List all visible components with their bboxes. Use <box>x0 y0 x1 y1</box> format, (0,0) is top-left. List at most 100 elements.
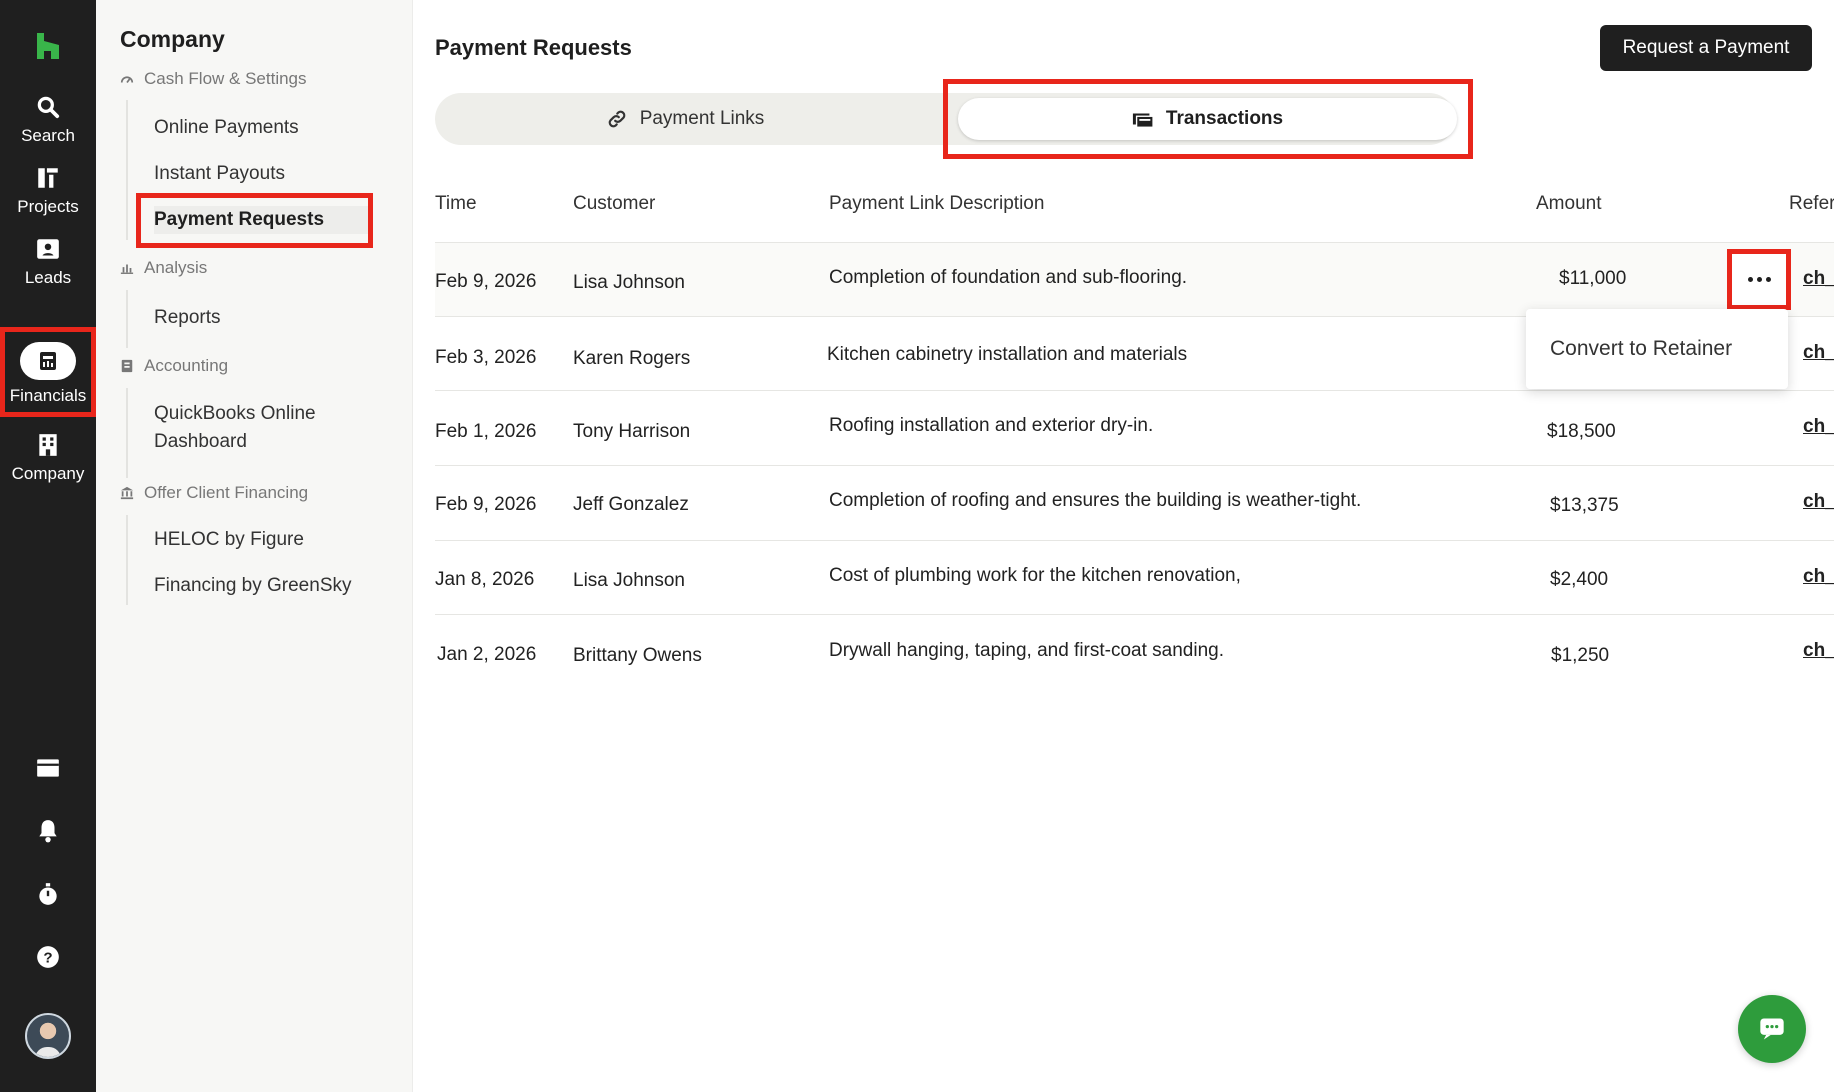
cell-description: Kitchen cabinetry installation and mater… <box>827 344 1188 365</box>
col-header-reference[interactable]: Refer <box>1789 193 1834 215</box>
bar-chart-icon <box>120 264 134 274</box>
rail-label: Projects <box>17 197 79 216</box>
ledger-icon <box>121 359 133 373</box>
section-rail-line <box>126 515 128 605</box>
cell-amount: $2,400 <box>1550 569 1609 590</box>
svg-text:?: ? <box>43 949 52 966</box>
row-actions-menu: Convert to Retainer <box>1526 309 1788 389</box>
rail-label: Financials <box>9 386 87 405</box>
houzz-logo-icon[interactable] <box>34 32 62 60</box>
subnav-heloc-figure[interactable]: HELOC by Figure <box>154 526 304 554</box>
cell-reference-link[interactable]: ch_3I <box>1803 342 1834 364</box>
cell-customer: Lisa Johnson <box>573 570 685 591</box>
col-header-description[interactable]: Payment Link Description <box>829 193 1044 215</box>
rail-label: Company <box>11 464 85 483</box>
timer-icon <box>39 883 57 905</box>
table-row[interactable]: Jan 2, 2026 Brittany Owens Drywall hangi… <box>435 614 1834 688</box>
tab-label: Transactions <box>1165 108 1284 129</box>
financials-icon <box>40 352 56 370</box>
cell-amount: $13,375 <box>1550 495 1619 516</box>
section-accounting: Accounting <box>120 356 228 376</box>
subnav-title: Company <box>120 26 225 52</box>
cell-reference-link[interactable]: ch_3I <box>1803 566 1834 588</box>
table-row[interactable]: Jan 8, 2026 Lisa Johnson Cost of plumbin… <box>435 540 1834 614</box>
bank-icon <box>120 486 134 500</box>
section-rail-line <box>126 100 128 240</box>
request-payment-button[interactable]: Request a Payment <box>1600 25 1812 71</box>
cell-time: Feb 9, 2026 <box>435 271 537 292</box>
view-tabs: Payment Links Transactions <box>435 79 1473 159</box>
col-header-customer[interactable]: Customer <box>573 193 655 215</box>
row-more-actions-button[interactable] <box>1727 249 1791 310</box>
gauge-icon <box>120 76 134 84</box>
more-horizontal-icon <box>1747 277 1771 282</box>
subnav-instant-payouts[interactable]: Instant Payouts <box>154 160 285 188</box>
cell-amount: $11,000 <box>1559 268 1627 289</box>
cell-customer: Brittany Owens <box>573 645 702 666</box>
cell-reference-link[interactable]: ch_3I <box>1803 416 1834 438</box>
financials-pill <box>20 342 76 380</box>
leads-icon <box>37 239 59 259</box>
section-label: Offer Client Financing <box>144 483 309 502</box>
col-header-time[interactable]: Time <box>435 193 477 215</box>
cell-time: Feb 3, 2026 <box>435 347 537 368</box>
cell-amount: $1,250 <box>1551 645 1610 666</box>
company-subnav: Company Cash Flow & Settings Online Paym… <box>96 0 413 1092</box>
cell-time: Jan 8, 2026 <box>435 569 535 590</box>
cell-description: Completion of foundation and sub-floorin… <box>829 267 1188 288</box>
projects-icon <box>38 168 58 188</box>
rail-label: Leads <box>24 268 72 287</box>
cell-reference-link[interactable]: ch_3I <box>1803 640 1834 662</box>
rail-inbox[interactable] <box>0 755 96 781</box>
rail-item-financials[interactable]: Financials <box>0 327 96 417</box>
rail-help[interactable]: ? <box>0 944 96 970</box>
cell-time: Feb 9, 2026 <box>435 494 537 515</box>
cell-description: Roofing installation and exterior dry-in… <box>829 415 1154 436</box>
inbox-icon <box>37 759 59 777</box>
cell-customer: Lisa Johnson <box>573 272 685 293</box>
rail-label: Search <box>21 126 75 145</box>
cell-reference-link[interactable]: ch_3I <box>1803 268 1834 290</box>
subnav-reports[interactable]: Reports <box>154 304 221 332</box>
subnav-online-payments[interactable]: Online Payments <box>154 114 299 142</box>
col-header-amount[interactable]: Amount <box>1536 193 1601 215</box>
subnav-payment-requests[interactable]: Payment Requests <box>136 193 373 248</box>
subnav-payment-requests-label: Payment Requests <box>154 206 368 234</box>
tab-payment-links[interactable]: Payment Links <box>435 93 935 145</box>
cell-customer: Tony Harrison <box>573 421 691 442</box>
rail-item-leads[interactable]: Leads <box>0 236 96 288</box>
table-row[interactable]: Feb 9, 2026 Lisa Johnson Completion of f… <box>435 242 1834 316</box>
rail-item-company[interactable]: Company <box>0 432 96 484</box>
subnav-financing-greensky[interactable]: Financing by GreenSky <box>154 572 352 600</box>
cell-reference-link[interactable]: ch_3I <box>1803 491 1834 513</box>
company-icon <box>39 434 57 456</box>
search-icon <box>37 96 60 119</box>
cell-time: Feb 1, 2026 <box>435 421 537 442</box>
section-label: Analysis <box>144 258 208 277</box>
avatar[interactable] <box>25 1013 71 1059</box>
cell-description: Completion of roofing and ensures the bu… <box>829 490 1362 511</box>
link-icon <box>608 110 625 128</box>
section-label: Cash Flow & Settings <box>144 69 307 88</box>
rail-timer[interactable] <box>0 881 96 907</box>
section-label: Accounting <box>144 356 229 375</box>
help-icon: ? <box>37 946 59 968</box>
section-cash-flow: Cash Flow & Settings <box>120 69 307 89</box>
rail-item-search[interactable]: Search <box>0 94 96 146</box>
tab-transactions[interactable]: Transactions <box>958 98 1457 140</box>
cell-description: Cost of plumbing work for the kitchen re… <box>829 565 1241 586</box>
section-analysis: Analysis <box>120 258 207 278</box>
table-row[interactable]: Feb 1, 2026 Tony Harrison Roofing instal… <box>435 390 1834 464</box>
chat-button[interactable] <box>1738 995 1806 1063</box>
subnav-quickbooks[interactable]: QuickBooks Online Dashboard <box>154 400 354 456</box>
table-row[interactable]: Feb 9, 2026 Jeff Gonzalez Completion of … <box>435 465 1834 539</box>
section-client-financing: Offer Client Financing <box>120 483 308 503</box>
app-rail: Search Projects Leads Financials Company… <box>0 0 96 1092</box>
chat-icon <box>1760 1018 1784 1040</box>
section-rail-line <box>126 290 128 348</box>
convert-to-retainer-option[interactable]: Convert to Retainer <box>1550 337 1732 361</box>
bell-icon <box>39 820 57 843</box>
rail-notifications[interactable] <box>0 818 96 844</box>
cell-customer: Karen Rogers <box>573 348 691 369</box>
rail-item-projects[interactable]: Projects <box>0 165 96 217</box>
